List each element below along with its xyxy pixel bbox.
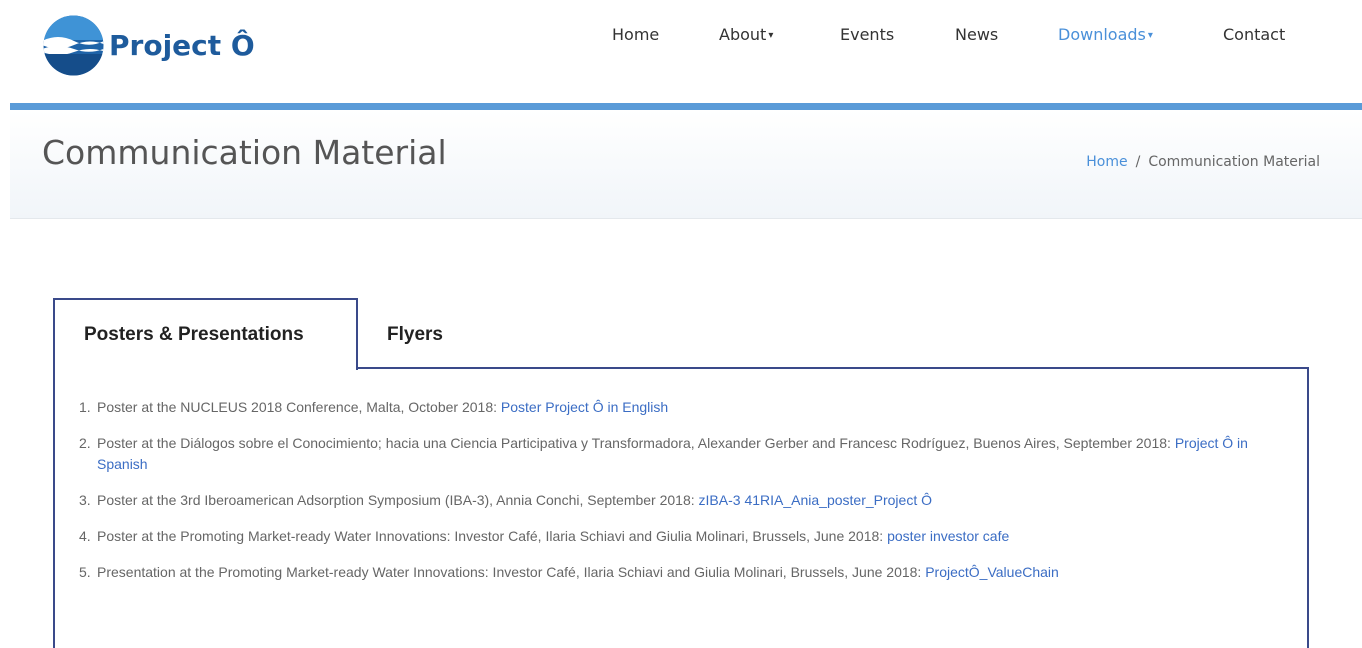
nav-home[interactable]: Home — [612, 25, 659, 44]
tab-posters-presentations[interactable]: Posters & Presentations — [53, 298, 358, 370]
breadcrumb-current: Communication Material — [1148, 154, 1320, 170]
wave-globe-logo-icon — [43, 15, 104, 76]
tab-panel: 1. Poster at the NUCLEUS 2018 Conference… — [53, 367, 1309, 648]
nav-events-label: Events — [840, 25, 895, 44]
tab-flyers-label: Flyers — [387, 324, 443, 345]
item-text: Poster at the 3rd Iberoamerican Adsorpti… — [97, 492, 699, 508]
caret-down-icon: ▾ — [1147, 30, 1153, 41]
site-header: Project Ô Home About ▾ Events News Downlo… — [0, 0, 1362, 103]
item-text: Poster at the NUCLEUS 2018 Conference, M… — [97, 399, 501, 415]
item-number: 4. — [79, 528, 91, 544]
list-item: 2. Poster at the Diálogos sobre el Conoc… — [79, 433, 1269, 475]
material-list: 1. Poster at the NUCLEUS 2018 Conference… — [79, 397, 1269, 598]
item-link[interactable]: zIBA-3 41RIA_Ania_poster_Project Ô — [699, 492, 932, 508]
item-link[interactable]: ProjectÔ_ValueChain — [925, 564, 1059, 580]
item-number: 2. — [79, 435, 91, 451]
breadcrumb-separator: / — [1135, 154, 1141, 170]
item-number: 1. — [79, 399, 91, 415]
item-link[interactable]: Poster Project Ô in English — [501, 399, 668, 415]
site-logo[interactable]: Project Ô — [42, 14, 255, 77]
header-accent-bar — [10, 103, 1362, 110]
page-title: Communication Material — [42, 133, 447, 172]
list-item: 4. Poster at the Promoting Market-ready … — [79, 526, 1269, 547]
nav-contact-label: Contact — [1223, 25, 1286, 44]
nav-downloads-label: Downloads — [1058, 25, 1146, 44]
breadcrumb-home-link[interactable]: Home — [1086, 154, 1127, 170]
tab-flyers[interactable]: Flyers — [387, 298, 507, 368]
item-link[interactable]: poster investor cafe — [887, 528, 1009, 544]
nav-news-label: News — [955, 25, 999, 44]
nav-home-label: Home — [612, 25, 660, 44]
nav-contact[interactable]: Contact — [1223, 25, 1285, 44]
nav-about[interactable]: About ▾ — [719, 25, 773, 44]
tab-posters-label: Posters & Presentations — [84, 324, 304, 345]
nav-downloads[interactable]: Downloads ▾ — [1058, 25, 1153, 44]
list-item: 1. Poster at the NUCLEUS 2018 Conference… — [79, 397, 1269, 418]
item-text: Poster at the Diálogos sobre el Conocimi… — [97, 435, 1175, 451]
page-title-band: Communication Material Home / Communicatio… — [10, 110, 1362, 219]
item-number: 3. — [79, 492, 91, 508]
breadcrumb: Home / Communication Material — [1086, 154, 1320, 170]
nav-news[interactable]: News — [955, 25, 998, 44]
list-item: 3. Poster at the 3rd Iberoamerican Adsor… — [79, 490, 1269, 511]
nav-about-label: About — [719, 25, 767, 44]
list-item: 5. Presentation at the Promoting Market-… — [79, 562, 1269, 583]
material-tabs: Posters & Presentations Flyers — [53, 298, 1309, 370]
nav-events[interactable]: Events — [840, 25, 894, 44]
brand-name: Project Ô — [109, 29, 255, 62]
item-text: Presentation at the Promoting Market-rea… — [97, 564, 926, 580]
item-text: Poster at the Promoting Market-ready Wat… — [97, 528, 888, 544]
caret-down-icon: ▾ — [768, 30, 774, 41]
item-number: 5. — [79, 564, 91, 580]
